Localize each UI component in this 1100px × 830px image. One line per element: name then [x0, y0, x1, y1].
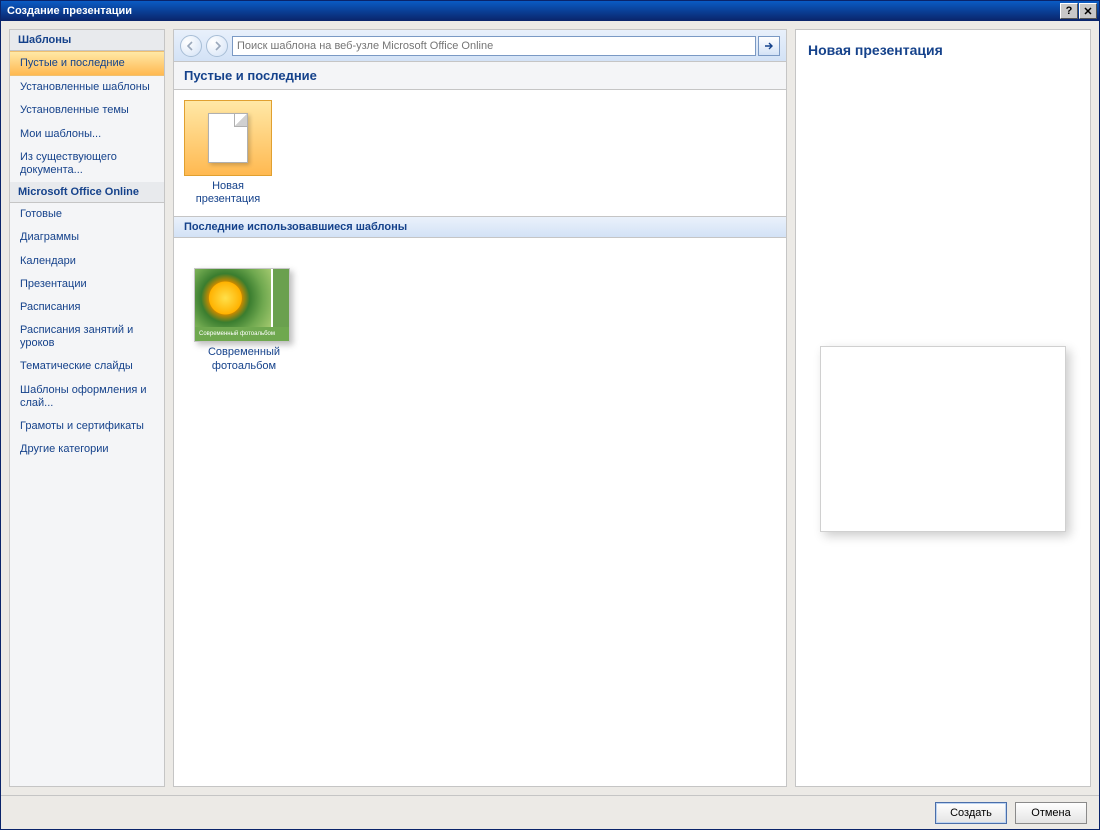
main-panel: Пустые и последние Новая презентация Пос…	[173, 29, 787, 787]
close-button[interactable]: ✕	[1079, 3, 1097, 19]
sidebar-item-design-templates[interactable]: Шаблоны оформления и слай...	[10, 379, 164, 415]
dialog-body: Шаблоны Пустые и последние Установленные…	[1, 21, 1099, 795]
sidebar-item-theme-slides[interactable]: Тематические слайды	[10, 355, 164, 378]
sidebar-item-installed-themes[interactable]: Установленные темы	[10, 99, 164, 122]
preview-slide	[820, 346, 1066, 532]
arrow-right-icon	[763, 40, 775, 52]
arrow-right-icon	[211, 40, 223, 52]
sidebar-item-blank-recent[interactable]: Пустые и последние	[10, 51, 164, 76]
sidebar-item-my-templates[interactable]: Мои шаблоны...	[10, 123, 164, 146]
template-label: Современный фотоальбом	[194, 346, 294, 372]
preview-panel: Новая презентация	[795, 29, 1091, 787]
cancel-button[interactable]: Отмена	[1015, 802, 1087, 824]
sidebar-item-calendars[interactable]: Календари	[10, 250, 164, 273]
search-wrap	[232, 36, 780, 56]
preview-title: Новая презентация	[808, 42, 1078, 58]
forward-button[interactable]	[206, 35, 228, 57]
help-button[interactable]: ?	[1060, 3, 1078, 19]
titlebar: Создание презентации ? ✕	[1, 1, 1099, 21]
sidebar-item-installed-templates[interactable]: Установленные шаблоны	[10, 76, 164, 99]
sidebar-header-office-online: Microsoft Office Online	[10, 182, 164, 203]
subsection-title: Последние использовавшиеся шаблоны	[174, 216, 786, 238]
tile-label: Новая презентация	[184, 180, 272, 206]
sidebar-item-presentations[interactable]: Презентации	[10, 273, 164, 296]
sidebar-header-templates: Шаблоны	[10, 30, 164, 51]
sidebar-item-featured[interactable]: Готовые	[10, 203, 164, 226]
sidebar-item-from-existing[interactable]: Из существующего документа...	[10, 146, 164, 182]
window-title: Создание презентации	[7, 5, 1059, 17]
recent-templates-area: Современный фотоальбом Современный фотоа…	[174, 238, 786, 402]
arrow-left-icon	[185, 40, 197, 52]
section-title: Пустые и последние	[174, 62, 786, 90]
tile-new-presentation[interactable]: Новая презентация	[184, 100, 272, 206]
search-go-button[interactable]	[758, 36, 780, 56]
sidebar: Шаблоны Пустые и последние Установленные…	[9, 29, 165, 787]
template-thumb: Современный фотоальбом	[194, 268, 290, 342]
sunflower-icon	[195, 269, 289, 327]
search-input[interactable]	[232, 36, 756, 56]
sidebar-item-lesson-schedules[interactable]: Расписания занятий и уроков	[10, 319, 164, 355]
sidebar-item-diagrams[interactable]: Диаграммы	[10, 226, 164, 249]
template-tile-modern-photoalbum[interactable]: Современный фотоальбом Современный фотоа…	[194, 268, 294, 372]
document-icon	[208, 113, 248, 163]
template-thumb-caption: Современный фотоальбом	[195, 327, 289, 341]
dialog-window: Создание презентации ? ✕ Шаблоны Пустые …	[0, 0, 1100, 830]
sidebar-item-certificates[interactable]: Грамоты и сертификаты	[10, 415, 164, 438]
sidebar-item-other-categories[interactable]: Другие категории	[10, 438, 164, 461]
back-button[interactable]	[180, 35, 202, 57]
toolbar	[174, 30, 786, 62]
content-area: Новая презентация	[174, 90, 786, 216]
create-button[interactable]: Создать	[935, 802, 1007, 824]
tile-thumb	[184, 100, 272, 176]
sidebar-item-schedules[interactable]: Расписания	[10, 296, 164, 319]
footer: Создать Отмена	[1, 795, 1099, 829]
